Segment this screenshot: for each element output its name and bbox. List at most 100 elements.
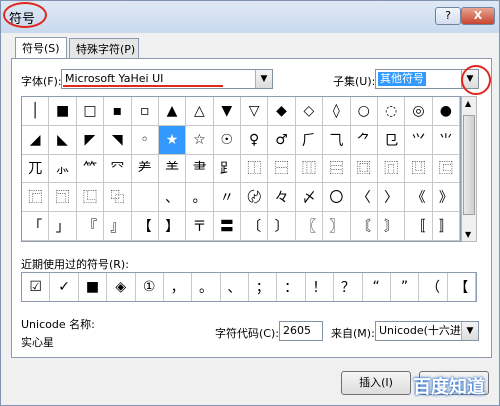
recent-symbol-cell[interactable]: ① [136, 273, 164, 301]
recent-symbol-cell[interactable]: 、 [221, 273, 249, 301]
symbol-cell[interactable]: 〉 [377, 183, 406, 213]
symbol-cell[interactable]: 〛 [432, 212, 460, 241]
recent-symbol-cell[interactable]: “ [363, 273, 391, 301]
symbol-cell[interactable]: ⺮ [76, 154, 105, 184]
symbol-cell[interactable]: ♂ [268, 125, 296, 155]
symbol-cell[interactable]: ⺁ [295, 125, 324, 155]
grid-scrollbar[interactable]: ▲ ▼ [461, 96, 477, 242]
symbol-cell[interactable]: ◇ [295, 97, 324, 126]
recent-symbol-cell[interactable]: 。 [192, 273, 221, 301]
symbol-cell[interactable]: ◌ [377, 97, 406, 126]
symbol-cell[interactable]: 」 [49, 212, 77, 241]
symbol-cell[interactable]: ⿰ [241, 154, 269, 184]
symbol-cell[interactable]: 『 [76, 212, 105, 241]
symbol-cell[interactable]: ◎ [405, 97, 433, 126]
symbol-cell[interactable]: ⺻ [186, 154, 214, 184]
symbol-cell[interactable]: ◤ [76, 125, 105, 155]
scroll-up-icon[interactable]: ▲ [465, 99, 471, 108]
symbol-cell[interactable]: ◢ [22, 125, 50, 155]
symbol-cell[interactable]: 〘 [350, 212, 378, 241]
symbol-cell[interactable]: ▲ [158, 97, 187, 126]
symbol-cell[interactable] [131, 183, 159, 213]
symbol-cell[interactable]: ⺷ [158, 154, 187, 184]
symbol-cell[interactable]: ⺌ [432, 125, 460, 155]
recent-symbol-cell[interactable]: ■ [79, 273, 108, 301]
symbol-cell[interactable]: ⺶ [131, 154, 159, 184]
symbol-cell[interactable]: 》 [432, 183, 460, 213]
symbol-cell[interactable]: ▫ [131, 97, 159, 126]
symbol-cell[interactable]: ⺎ [22, 154, 50, 184]
symbol-cell[interactable]: ⺗ [49, 154, 77, 184]
symbol-cell[interactable]: △ [186, 97, 214, 126]
recent-symbol-cell[interactable]: ？ [334, 273, 363, 301]
symbol-cell[interactable]: 《 [405, 183, 433, 213]
symbol-cell[interactable]: ⺋ [377, 125, 406, 155]
tab-symbols[interactable]: 符号(S) [15, 37, 67, 59]
recent-symbol-cell[interactable]: ： [277, 273, 306, 301]
symbol-cell[interactable]: 。 [186, 183, 214, 213]
symbol-cell[interactable]: ⿸ [22, 183, 50, 213]
symbol-cell[interactable]: ⿺ [76, 183, 105, 213]
symbol-cell[interactable]: │ [22, 97, 50, 126]
symbol-cell[interactable]: 〆 [295, 183, 324, 213]
chevron-down-icon[interactable]: ▼ [255, 70, 272, 88]
symbol-cell[interactable]: 〔 [241, 212, 269, 241]
symbol-cell[interactable]: 〕 [268, 212, 296, 241]
symbol-cell[interactable]: ▽ [241, 97, 269, 126]
symbol-cell[interactable]: 〒 [186, 212, 214, 241]
symbol-cell[interactable]: ☆ [186, 125, 214, 155]
symbol-cell[interactable]: ▼ [213, 97, 241, 126]
symbol-cell[interactable]: 〃 [213, 183, 241, 213]
symbol-cell[interactable]: ● [432, 97, 460, 126]
recent-symbol-cell[interactable]: ； [249, 273, 278, 301]
symbol-cell[interactable]: ○ [350, 97, 378, 126]
recent-symbol-cell[interactable]: 【 [448, 273, 476, 301]
symbol-cell[interactable]: ♀ [241, 125, 269, 155]
symbol-cell[interactable]: 「 [22, 212, 50, 241]
symbol-cell[interactable]: ◦ [131, 125, 159, 155]
symbol-cell[interactable]: ⺄ [323, 125, 351, 155]
symbol-cell[interactable]: ▪ [104, 97, 132, 126]
recent-symbol-cell[interactable]: ， [164, 273, 193, 301]
symbol-cell[interactable]: ⿵ [377, 154, 406, 184]
recent-symbol-cell[interactable]: ✓ [50, 273, 79, 301]
symbol-cell[interactable]: ⺳ [104, 154, 132, 184]
symbol-cell[interactable]: ⿶ [405, 154, 433, 184]
symbol-cell[interactable]: 、 [158, 183, 187, 213]
scroll-thumb[interactable] [463, 115, 475, 215]
symbol-cell[interactable]: ◊ [323, 97, 351, 126]
symbol-cell[interactable]: ⻊ [213, 154, 241, 184]
recent-symbol-cell[interactable]: ” [391, 273, 420, 301]
symbol-cell[interactable]: 〗 [323, 212, 351, 241]
from-select[interactable]: Unicode(十六进 ▼ [375, 321, 479, 341]
help-button[interactable]: ? [435, 7, 461, 25]
symbol-cell[interactable]: 〇 [323, 183, 351, 213]
symbol-cell[interactable]: ⿻ [104, 183, 132, 213]
symbol-cell[interactable]: ⿱ [268, 154, 296, 184]
symbol-cell[interactable]: 〙 [377, 212, 406, 241]
insert-button[interactable]: 插入(I) [341, 371, 411, 395]
symbol-cell[interactable]: ★ [158, 125, 187, 155]
symbol-cell[interactable]: ⿴ [350, 154, 378, 184]
tab-special-characters[interactable]: 特殊字符(P) [69, 38, 139, 58]
recent-symbol-cell[interactable]: （ [419, 273, 448, 301]
symbol-cell[interactable]: 』 [104, 212, 132, 241]
symbol-cell[interactable]: 〄 [241, 183, 269, 213]
symbol-cell[interactable]: ⿹ [49, 183, 77, 213]
recent-symbol-cell[interactable]: ◈ [107, 273, 136, 301]
symbol-cell[interactable]: 〖 [295, 212, 324, 241]
symbol-cell[interactable]: ◥ [104, 125, 132, 155]
symbol-cell[interactable]: ◣ [49, 125, 77, 155]
symbol-cell[interactable]: 々 [268, 183, 296, 213]
symbol-cell[interactable]: 【 [131, 212, 159, 241]
chevron-down-icon[interactable]: ▼ [461, 322, 478, 340]
symbol-cell[interactable]: ⺈ [350, 125, 378, 155]
symbol-cell[interactable]: ⿳ [323, 154, 351, 184]
symbol-cell[interactable]: □ [76, 97, 105, 126]
recent-symbol-cell[interactable]: ！ [306, 273, 335, 301]
symbol-cell[interactable]: 】 [158, 212, 187, 241]
symbol-cell[interactable]: 〚 [405, 212, 433, 241]
title-bar[interactable]: 符号 ? X [1, 1, 499, 33]
charcode-input[interactable]: 2605 [279, 321, 323, 341]
symbol-cell[interactable]: ■ [49, 97, 77, 126]
